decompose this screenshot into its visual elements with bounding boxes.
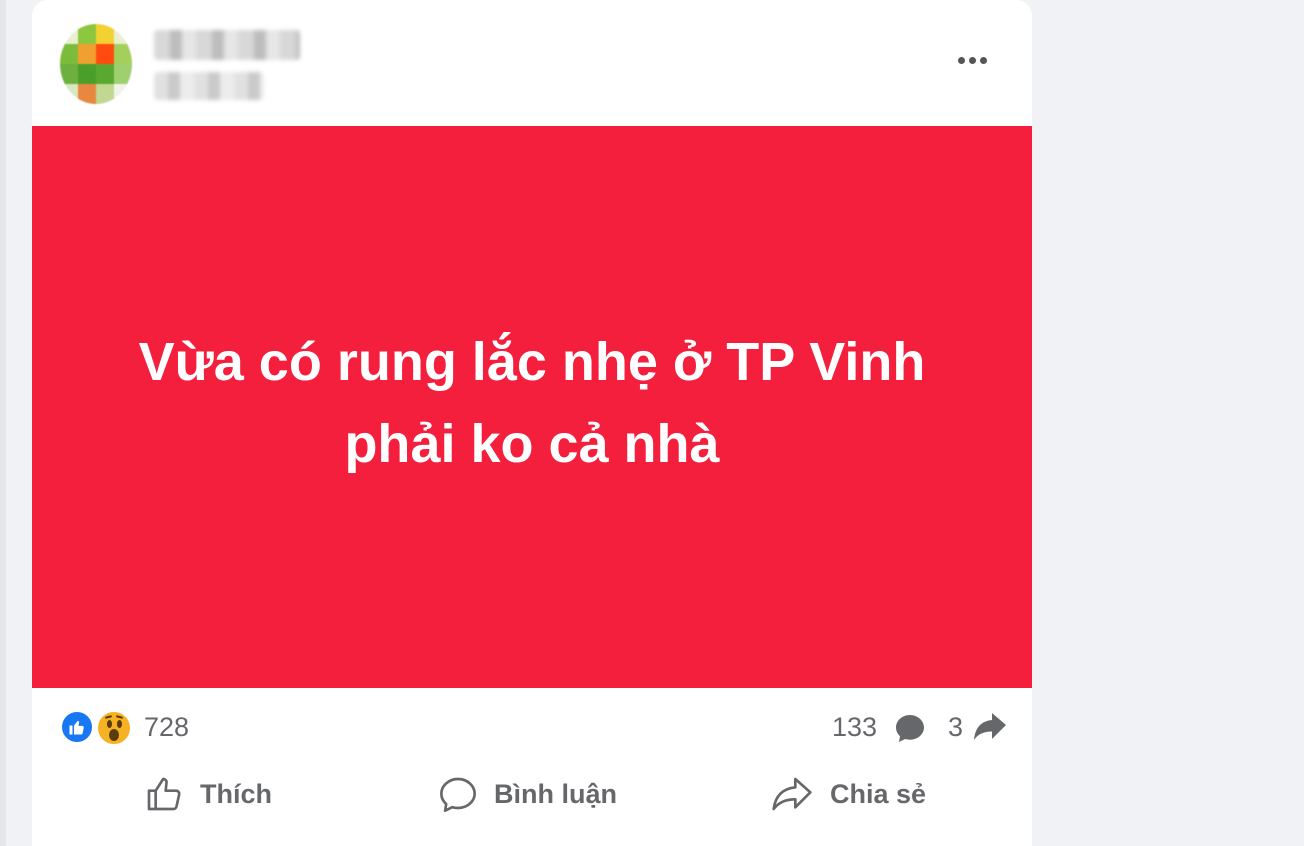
share-label: Chia sẻ <box>830 778 927 809</box>
share-count-icon[interactable] <box>972 710 1008 744</box>
comment-label: Bình luận <box>494 778 617 809</box>
share-count[interactable]: 3 <box>948 712 963 743</box>
like-icon <box>147 777 181 811</box>
author-name-blurred[interactable] <box>154 30 300 60</box>
post-text-line: phải ko cả nhà <box>344 414 720 474</box>
reaction-count[interactable]: 728 <box>144 712 189 743</box>
like-button[interactable]: Thích <box>144 766 272 822</box>
comment-button[interactable]: Bình luận <box>438 766 617 822</box>
like-label: Thích <box>200 778 272 809</box>
comment-icon <box>440 777 476 812</box>
comment-count-icon[interactable] <box>894 712 926 744</box>
comment-count[interactable]: 133 <box>832 712 877 743</box>
more-options-button[interactable] <box>948 44 996 76</box>
more-options-icon-dot <box>968 56 976 64</box>
post-text: Vừa có rung lắc nhẹ ở TP Vinh phải ko cả… <box>102 321 962 485</box>
left-edge <box>0 0 6 846</box>
post-stats: 728 133 3 <box>32 688 1032 766</box>
share-icon <box>772 777 812 811</box>
more-options-icon-dot <box>979 56 987 64</box>
wow-reaction-icon[interactable] <box>96 710 132 746</box>
post-time-blurred[interactable] <box>154 72 264 100</box>
avatar[interactable] <box>60 24 132 104</box>
post-header <box>32 0 1032 126</box>
more-options-icon <box>957 56 965 64</box>
post-text-line: Vừa có rung lắc nhẹ ở TP Vinh <box>138 332 926 392</box>
post-actions: Thích Bình luận Chia sẻ <box>32 766 1032 846</box>
like-reaction-icon[interactable] <box>60 710 94 744</box>
post-card: Vừa có rung lắc nhẹ ở TP Vinh phải ko cả… <box>32 0 1032 846</box>
post-content[interactable]: Vừa có rung lắc nhẹ ở TP Vinh phải ko cả… <box>32 126 1032 688</box>
share-button[interactable]: Chia sẻ <box>770 766 926 822</box>
